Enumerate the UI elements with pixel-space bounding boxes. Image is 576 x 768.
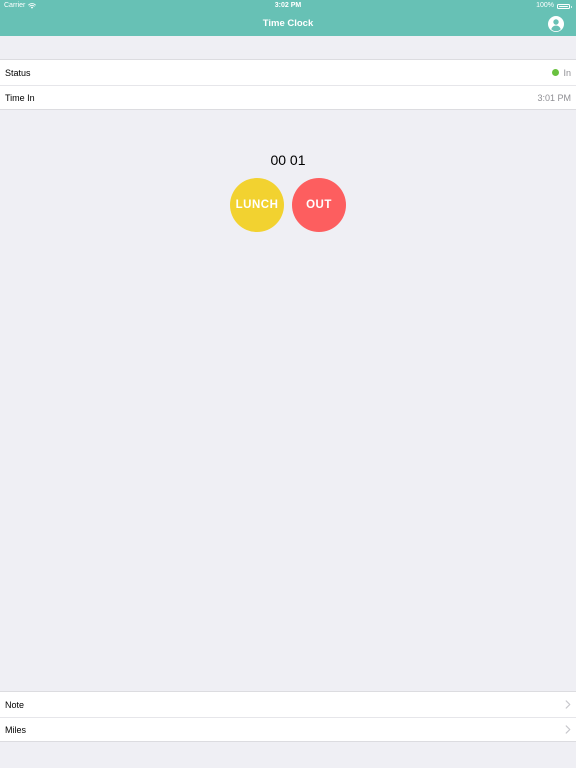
battery-icon <box>557 3 572 9</box>
status-right: 100% <box>536 0 572 12</box>
info-group: Status In Time In 3:01 PM <box>0 59 576 110</box>
details-group: Note Miles <box>0 691 576 742</box>
status-value: In <box>563 67 571 78</box>
nav-bar: Time Clock <box>0 12 576 36</box>
status-value-container: In <box>552 68 571 78</box>
miles-row[interactable]: Miles <box>0 716 576 742</box>
chevron-right-icon <box>565 700 571 709</box>
note-row[interactable]: Note <box>0 692 576 717</box>
battery-level <box>559 5 568 7</box>
app-header: Carrier 3:02 PM 100% Time Clock <box>0 0 576 36</box>
lunch-button[interactable]: LUNCH <box>230 178 284 232</box>
profile-button[interactable] <box>548 16 564 32</box>
time-in-row: Time In 3:01 PM <box>0 84 576 110</box>
user-circle-icon <box>548 16 564 32</box>
chevron-right-icon <box>565 725 571 734</box>
status-bar: Carrier 3:02 PM 100% <box>0 0 576 12</box>
out-button[interactable]: OUT <box>292 178 346 232</box>
battery-percent: 100% <box>536 2 554 9</box>
miles-label: Miles <box>5 724 27 735</box>
note-label: Note <box>5 699 25 710</box>
elapsed-timer: 00 01 <box>270 152 306 168</box>
page-title: Time Clock <box>262 18 314 29</box>
time-in-label: Time In <box>5 92 35 103</box>
status-dot-icon <box>552 69 560 76</box>
status-row: Status In <box>0 60 576 85</box>
status-label: Status <box>5 67 31 78</box>
status-time: 3:02 PM <box>274 2 302 9</box>
time-in-value: 3:01 PM <box>537 92 571 103</box>
